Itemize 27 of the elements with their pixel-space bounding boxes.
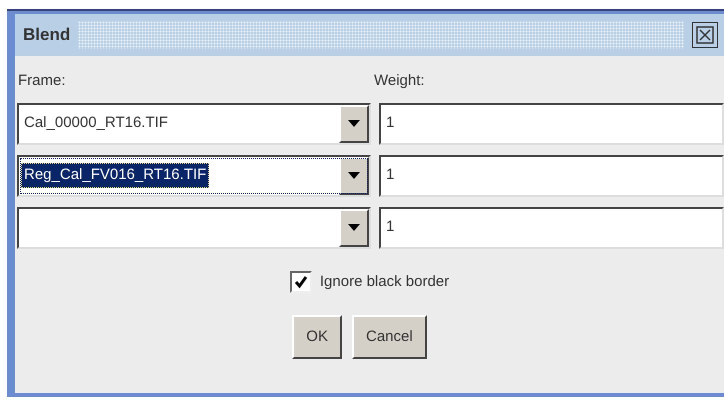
weight-field[interactable]: 1 <box>379 102 724 144</box>
check-icon <box>294 274 308 289</box>
frame-dropdown[interactable] <box>17 206 371 248</box>
weight-value: 1 <box>386 217 394 238</box>
weight-header: Weight: <box>374 71 425 91</box>
dropdown-arrow-button[interactable] <box>339 208 369 246</box>
window-title: Blend <box>23 24 70 46</box>
frame-header: Frame: <box>18 71 67 91</box>
dropdown-arrow-button[interactable] <box>339 104 369 142</box>
checkbox-label: Ignore black border <box>320 272 450 292</box>
checkbox[interactable] <box>290 270 312 293</box>
caret-icon <box>348 224 360 231</box>
close-button[interactable] <box>692 22 718 48</box>
dialog-button[interactable]: Cancel <box>352 315 427 359</box>
dropdown-value: Cal_00000_RT16.TIF <box>23 113 169 134</box>
dialog-button[interactable]: OK <box>292 315 342 359</box>
caret-icon <box>348 120 360 127</box>
frame-dropdown[interactable]: Reg_Cal_FV016_RT16.TIF <box>17 154 371 196</box>
caret-icon <box>348 172 360 179</box>
weight-value: 1 <box>386 113 394 134</box>
frame-dropdown[interactable]: Cal_00000_RT16.TIF <box>17 102 371 144</box>
weight-field[interactable]: 1 <box>379 206 724 248</box>
weight-field[interactable]: 1 <box>379 154 724 196</box>
close-icon <box>696 26 714 44</box>
weight-value: 1 <box>386 165 394 186</box>
dropdown-arrow-button[interactable] <box>339 156 369 194</box>
dropdown-value: Reg_Cal_FV016_RT16.TIF <box>21 163 210 188</box>
